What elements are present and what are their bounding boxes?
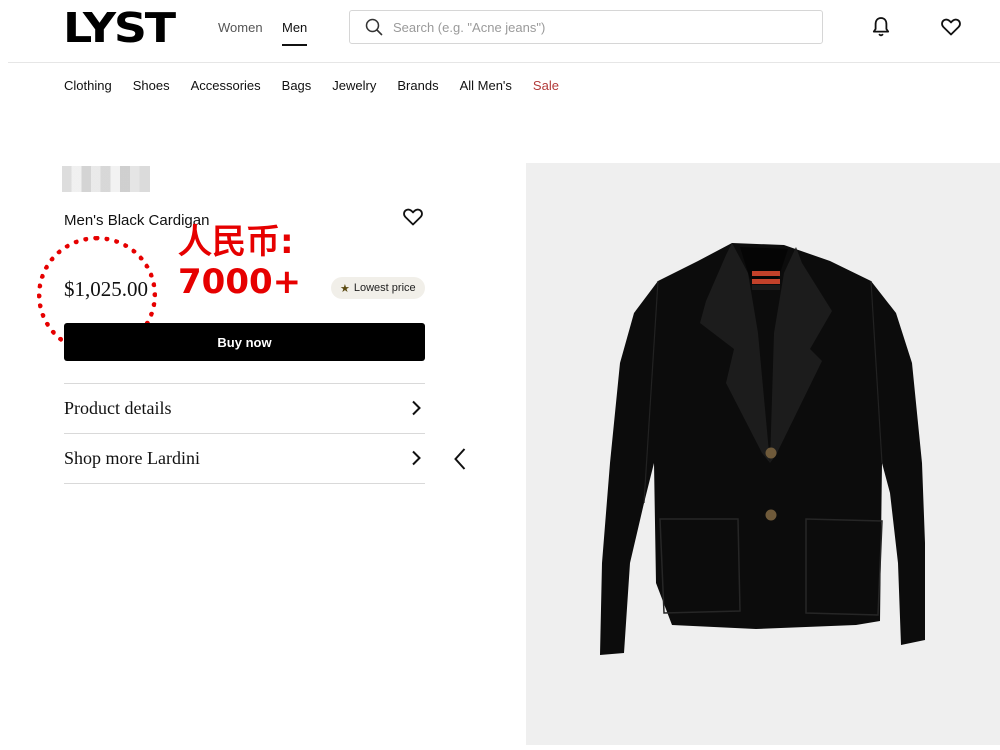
cardigan-image bbox=[600, 243, 925, 655]
lyst-logo[interactable]: LYST bbox=[63, 8, 176, 49]
header-divider bbox=[8, 62, 1000, 63]
star-icon: ★ bbox=[340, 282, 350, 295]
accordion-label: Shop more Lardini bbox=[64, 447, 200, 468]
chevron-left-icon[interactable] bbox=[453, 447, 467, 471]
nav-all-mens[interactable]: All Men's bbox=[460, 78, 512, 93]
search-icon bbox=[365, 18, 383, 36]
product-image[interactable] bbox=[526, 163, 1000, 745]
tab-women[interactable]: Women bbox=[218, 20, 263, 36]
annotation-amount: 7000+ bbox=[178, 262, 302, 302]
bell-icon[interactable] bbox=[872, 16, 890, 38]
nav-jewelry[interactable]: Jewelry bbox=[332, 78, 376, 93]
lowest-price-badge: ★ Lowest price bbox=[331, 277, 425, 299]
shop-more-row[interactable]: Shop more Lardini bbox=[64, 434, 425, 482]
nav-brands[interactable]: Brands bbox=[397, 78, 438, 93]
badge-label: Lowest price bbox=[353, 282, 416, 294]
heart-icon[interactable] bbox=[941, 18, 961, 36]
nav-shoes[interactable]: Shoes bbox=[133, 78, 170, 93]
nav-sale[interactable]: Sale bbox=[533, 78, 559, 93]
annotation-currency: 人民币: bbox=[178, 222, 294, 262]
search-input[interactable] bbox=[391, 18, 795, 36]
category-nav: Clothing Shoes Accessories Bags Jewelry … bbox=[64, 78, 580, 93]
chevron-right-icon bbox=[412, 400, 421, 416]
divider bbox=[64, 483, 425, 484]
accordion-label: Product details bbox=[64, 397, 172, 418]
tab-men[interactable]: Men bbox=[282, 20, 308, 46]
wishlist-heart-icon[interactable] bbox=[403, 208, 423, 226]
nav-accessories[interactable]: Accessories bbox=[191, 78, 261, 93]
chevron-right-icon bbox=[412, 450, 421, 466]
product-details-row[interactable]: Product details bbox=[64, 384, 425, 432]
search-bar[interactable] bbox=[349, 10, 823, 44]
brand-logo-blurred bbox=[62, 166, 150, 192]
nav-bags[interactable]: Bags bbox=[282, 78, 312, 93]
buy-now-button[interactable]: Buy now bbox=[64, 323, 425, 361]
price-annotation: 人民币: 7000+ bbox=[178, 222, 301, 302]
nav-clothing[interactable]: Clothing bbox=[64, 78, 112, 93]
